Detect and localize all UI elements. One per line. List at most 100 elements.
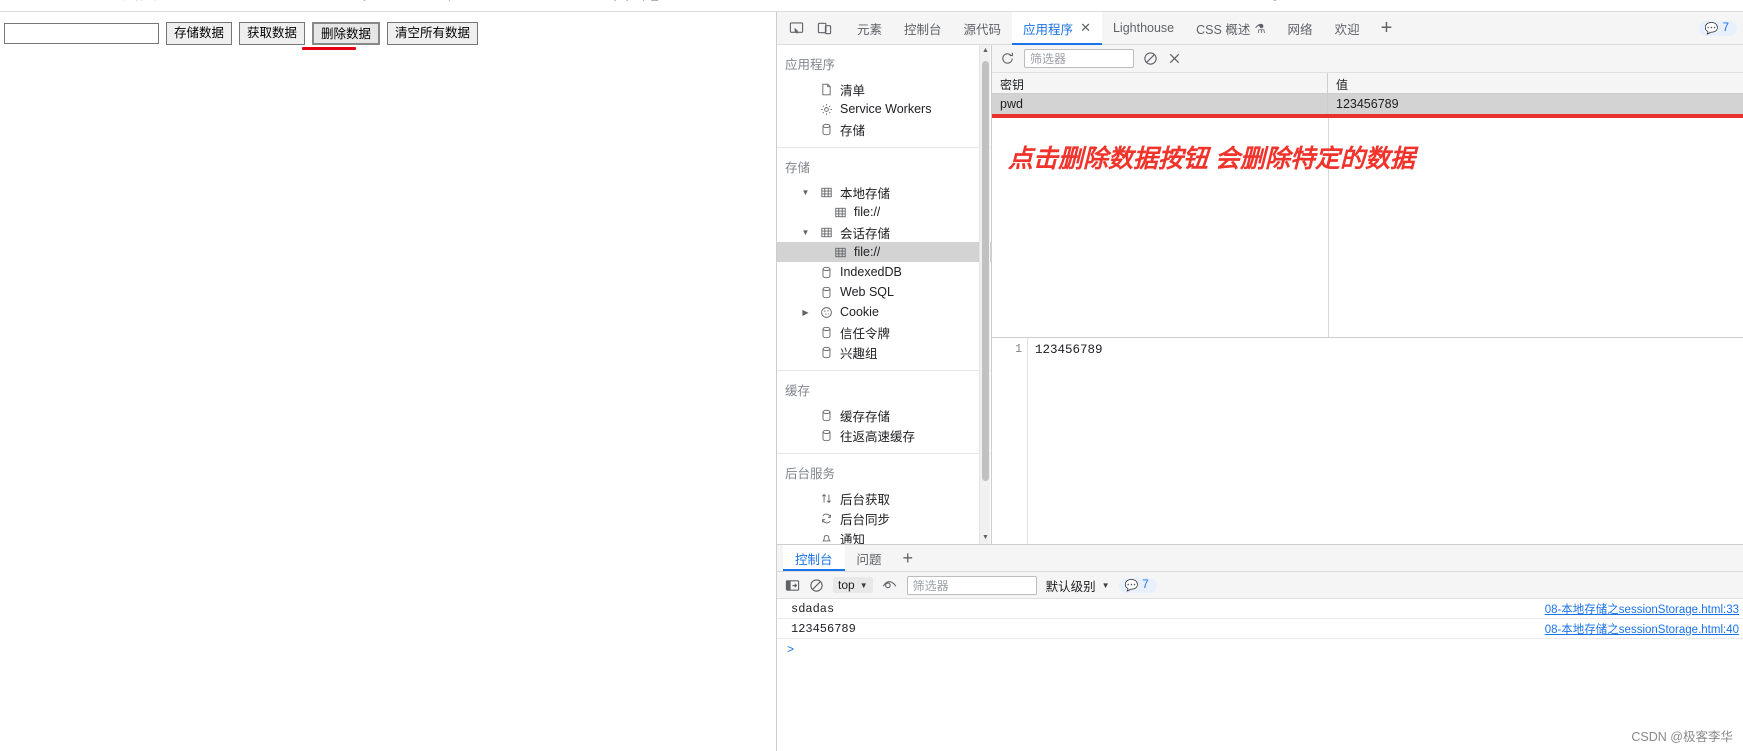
scroll-down-icon[interactable]: ▼: [980, 532, 991, 544]
add-panel-icon[interactable]: +: [1371, 12, 1403, 45]
log-source-link[interactable]: 08-本地存储之sessionStorage.html:40: [1545, 621, 1743, 637]
storage-toolbar: 筛选器: [992, 45, 1743, 73]
sidebar-item-storage[interactable]: ▸ 存储: [777, 119, 991, 139]
add-drawer-panel-icon[interactable]: +: [894, 545, 923, 571]
table-icon: [819, 185, 834, 200]
collapse-arrow-down-icon[interactable]: ▼: [801, 228, 810, 237]
sidebar-item-trust-tokens[interactable]: ▸ 信任令牌: [777, 322, 991, 342]
collapse-arrow-down-icon[interactable]: ▼: [801, 188, 810, 197]
log-level-select[interactable]: 默认级别 ▼: [1046, 576, 1110, 595]
cell-value[interactable]: 123456789: [1328, 94, 1743, 114]
tab-console[interactable]: 控制台: [893, 12, 953, 45]
sidebar-item-back-forward-cache[interactable]: ▸ 往返高速缓存: [777, 425, 991, 445]
console-log-row[interactable]: 123456789 08-本地存储之sessionStorage.html:40: [777, 619, 1743, 639]
sidebar-item-indexeddb[interactable]: ▸ IndexedDB: [777, 262, 991, 282]
sidebar-item-manifest[interactable]: ▸ 清单: [777, 79, 991, 99]
speech-bubble-icon: 💬: [1124, 579, 1139, 592]
table-body: pwd 123456789 点击删除数据按钮 会删除特定的数据: [992, 94, 1743, 337]
sidebar-item-web-sql[interactable]: ▸ Web SQL: [777, 282, 991, 302]
console-filter-input[interactable]: 筛选器: [906, 575, 1037, 595]
clear-icon[interactable]: [1143, 51, 1158, 66]
reload-icon[interactable]: ⟳: [30, 0, 60, 3]
sidebar-item-label: 会话存储: [840, 226, 891, 241]
apps-icon[interactable]: ⠿: [60, 0, 90, 3]
live-expression-icon[interactable]: [882, 578, 898, 592]
address-bar[interactable]: ⊘ 文件 | file:///D:/%E5%89%8D%E7%AB%AF/js/…: [100, 0, 1743, 9]
data-input[interactable]: [4, 23, 159, 44]
log-source-link[interactable]: 08-本地存储之sessionStorage.html:33: [1545, 601, 1743, 617]
drawer-tab-console[interactable]: 控制台: [783, 545, 845, 571]
refresh-icon[interactable]: [1000, 51, 1015, 66]
database-icon: [819, 325, 834, 340]
column-header-value[interactable]: 值: [1328, 73, 1743, 93]
tab-css-overview[interactable]: CSS 概述 ⚗: [1185, 12, 1276, 45]
sidebar-item-background-fetch[interactable]: ▸ 后台获取: [777, 488, 991, 508]
inspect-element-icon[interactable]: [782, 15, 810, 41]
execution-context-label: top: [838, 578, 855, 592]
security-chip-icon: ⊘: [112, 0, 122, 1]
console-message-count-badge[interactable]: 💬 7: [1118, 577, 1157, 593]
preview-content: 123456789: [1035, 343, 1103, 357]
sidebar-item-session-storage[interactable]: ▼ 会话存储: [777, 222, 991, 242]
sidebar-scroll: 应用程序 ▸ 清单 ▸: [777, 45, 991, 544]
manifest-icon: [819, 82, 834, 97]
sidebar-item-label: 缓存存储: [840, 409, 891, 424]
get-data-button[interactable]: 获取数据: [239, 22, 306, 45]
tab-label: CSS 概述: [1196, 22, 1251, 37]
table-icon: [833, 205, 848, 220]
tab-lighthouse[interactable]: Lighthouse: [1102, 12, 1185, 45]
sidebar-item-cookie[interactable]: ▶ Cookie: [777, 302, 991, 322]
log-level-label: 默认级别: [1045, 579, 1096, 594]
sidebar-scrollbar[interactable]: ▲ ▼: [979, 45, 990, 544]
tab-label: 控制台: [904, 22, 942, 37]
sidebar-item-label: IndexedDB: [840, 265, 902, 279]
chevron-down-icon: ▼: [1101, 580, 1110, 590]
sidebar-item-label: 后台同步: [840, 512, 891, 527]
sidebar-item-background-sync[interactable]: ▸ 后台同步: [777, 508, 991, 528]
devtools-tabbar: 元素 控制台 源代码 应用程序 ✕ Lighthouse CSS 概述 ⚗ 网络: [777, 11, 1743, 45]
store-data-button[interactable]: 存储数据: [166, 22, 233, 45]
scrollbar-thumb[interactable]: [982, 61, 989, 481]
beaker-icon: ⚗: [1254, 21, 1266, 36]
sidebar-item-session-storage-origin[interactable]: ▸ file://: [777, 242, 991, 262]
sidebar-item-cache-storage[interactable]: ▸ 缓存存储: [777, 405, 991, 425]
sidebar-item-notifications[interactable]: ▸ 通知: [777, 528, 991, 544]
tab-sources[interactable]: 源代码: [953, 12, 1013, 45]
storage-filter-input[interactable]: 筛选器: [1024, 49, 1134, 68]
tab-application[interactable]: 应用程序 ✕: [1012, 11, 1102, 45]
devtools-window: 元素 控制台 源代码 应用程序 ✕ Lighthouse CSS 概述 ⚗ 网络: [776, 11, 1743, 751]
execution-context-select[interactable]: top ▼: [833, 577, 873, 593]
sidebar-item-local-storage[interactable]: ▼ 本地存储: [777, 182, 991, 202]
console-prompt[interactable]: >: [777, 639, 1743, 659]
close-icon[interactable]: ✕: [1080, 20, 1091, 36]
column-header-key[interactable]: 密钥: [992, 73, 1328, 93]
scroll-up-icon[interactable]: ▲: [980, 45, 991, 57]
chevron-down-icon: ▼: [859, 580, 868, 590]
tab-network[interactable]: 网络: [1277, 12, 1324, 45]
back-icon[interactable]: ‹: [0, 0, 30, 3]
table-row[interactable]: pwd 123456789: [992, 94, 1743, 114]
tab-elements[interactable]: 元素: [846, 12, 893, 45]
cell-key[interactable]: pwd: [992, 94, 1328, 114]
sidebar-item-local-storage-origin[interactable]: ▸ file://: [777, 202, 991, 222]
expand-arrow-right-icon[interactable]: ▶: [801, 308, 810, 317]
database-icon: [819, 265, 834, 280]
delete-data-button[interactable]: 删除数据: [312, 22, 381, 45]
sidebar-item-service-workers[interactable]: ▸ Service Workers: [777, 99, 991, 119]
devtools-main: 应用程序 ▸ 清单 ▸: [777, 45, 1743, 544]
clear-console-icon[interactable]: [809, 578, 824, 593]
sidebar-item-interest-groups[interactable]: ▸ 兴趣组: [777, 342, 991, 362]
device-toolbar-icon[interactable]: [810, 15, 838, 41]
delete-icon[interactable]: [1167, 51, 1182, 66]
annotation-underline: [992, 114, 1743, 118]
sidebar-group-background-services: 后台服务 ▸ 后台获取 ▸: [777, 454, 991, 544]
database-icon: [819, 122, 834, 137]
message-count-badge[interactable]: 💬 7: [1698, 20, 1737, 36]
clear-all-data-button[interactable]: 清空所有数据: [387, 22, 479, 45]
sidebar-group-application: 应用程序 ▸ 清单 ▸: [777, 45, 991, 148]
table-icon: [833, 245, 848, 260]
tab-welcome[interactable]: 欢迎: [1324, 12, 1371, 45]
console-sidebar-icon[interactable]: [785, 578, 800, 593]
drawer-tab-issues[interactable]: 问题: [845, 545, 894, 571]
console-log-row[interactable]: sdadas 08-本地存储之sessionStorage.html:33: [777, 599, 1743, 619]
